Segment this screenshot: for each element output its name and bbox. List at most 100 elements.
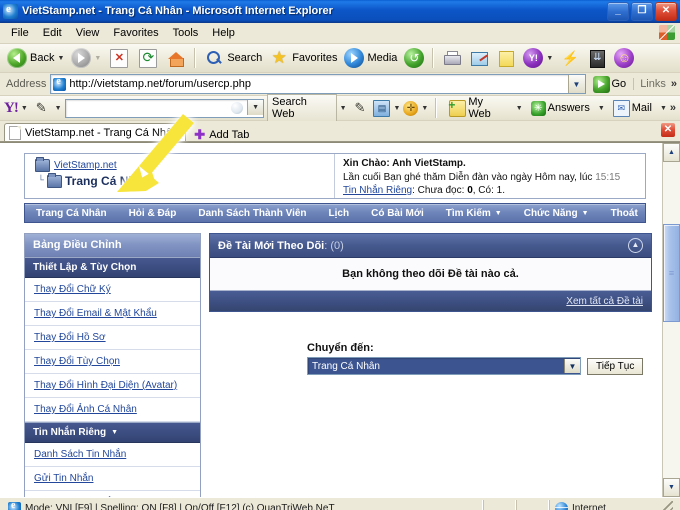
yahoo-answers-button[interactable]: Answers [526,99,595,118]
nav-item-chuc-nang[interactable]: Chức Năng ▼ [513,208,600,219]
yahoo-stack-dropdown-icon[interactable]: ▼ [393,105,400,112]
stop-button[interactable] [105,47,133,70]
tab-close-button[interactable]: ✕ [661,123,675,137]
restore-button[interactable]: ❐ [631,1,653,21]
collapse-icon[interactable]: ▲ [628,238,643,253]
refresh-button[interactable] [134,47,162,70]
history-button[interactable] [401,47,427,69]
scrollbar-thumb[interactable] [663,224,680,322]
favorites-button[interactable]: Favorites [266,47,340,69]
print-button[interactable] [439,47,465,69]
sidebar-item-danh-sach-tin-nhan[interactable]: Danh Sách Tin Nhắn [25,443,200,467]
jump-select-dropdown-button[interactable]: ▼ [564,359,580,373]
browser-tab[interactable]: VietStamp.net - Trang Cá Nhân [4,123,187,141]
panel-title: Đề Tài Mới Theo Dõi [218,239,325,252]
sidebar-section-settings[interactable]: Thiết Lập & Tùy Chọn [25,257,200,278]
nav-item-tim-kiem[interactable]: Tìm Kiếm ▼ [435,208,513,219]
menu-item-favorites[interactable]: Favorites [106,25,165,41]
sidebar-item-avatar[interactable]: Thay Đổi Hình Đại Diện (Avatar) [25,374,200,398]
media-button[interactable]: Media [341,47,400,69]
back-button[interactable]: Back ▼ [4,47,67,69]
yahoo-highlight-button[interactable] [350,98,371,118]
tab-label: VietStamp.net - Trang Cá Nhân [25,126,179,139]
yahoo-mail-button[interactable]: Mail [608,98,657,119]
sidebar-item-chu-ky[interactable]: Thay Đổi Chữ Ký [25,278,200,302]
view-all-threads-link[interactable]: Xem tất cả Đề tài [566,296,643,307]
scrollbar-track[interactable] [663,162,680,478]
window-resize-grip[interactable] [659,501,673,510]
yahoo-search-web-button[interactable]: Search Web [267,94,337,122]
search-button[interactable]: Search [201,47,265,69]
jump-select[interactable]: Trang Cá Nhân ▼ [307,357,581,375]
private-message-link[interactable]: Tin Nhắn Riêng [343,185,412,196]
mail-dropdown-icon[interactable]: ▼ [660,105,667,112]
home-button[interactable] [163,47,189,69]
pm-end: . [502,185,505,196]
edit-button[interactable] [466,47,492,69]
forward-dropdown-icon[interactable]: ▼ [94,55,101,62]
scroll-up-button[interactable]: ▲ [663,143,680,162]
address-dropdown-button[interactable]: ▼ [567,75,585,93]
chevron-right-icon[interactable]: » [671,78,677,90]
answers-dropdown-icon[interactable]: ▼ [598,105,605,112]
search-web-dropdown-icon[interactable]: ▼ [340,105,347,112]
nav-item-hoi-dap[interactable]: Hỏi & Đáp [118,208,188,219]
nav-item-trang-ca-nhan[interactable]: Trang Cá Nhân [25,208,118,219]
close-icon: ✕ [661,5,671,16]
menu-item-view[interactable]: View [69,25,107,41]
forward-button[interactable]: ▼ [68,47,104,69]
yahoo-logo-dropdown-icon[interactable]: ▼ [21,105,28,112]
panel-header: Đề Tài Mới Theo Dõi: (0) ▲ [210,234,651,258]
menu-item-tools[interactable]: Tools [166,25,206,41]
sidebar-section-private-messages[interactable]: Tin Nhắn Riêng ▼ [25,422,200,443]
sidebar-item-anh-ca-nhan[interactable]: Thay Đổi Ảnh Cá Nhân [25,398,200,422]
add-tab-button[interactable]: ✚ Add Tab [186,128,257,141]
yahoo-overflow-icon[interactable]: » [670,102,676,114]
yahoo-search-input[interactable]: ▼ [64,98,265,118]
yahoo-antispy-dropdown-icon[interactable]: ▼ [421,105,428,112]
address-input[interactable]: http://vietstamp.net/forum/usercp.php ▼ [50,74,586,94]
yahoo-search-dropdown-button[interactable]: ▼ [247,99,264,115]
menu-item-help[interactable]: Help [205,25,242,41]
messenger-button[interactable] [557,47,583,69]
back-dropdown-icon[interactable]: ▼ [57,55,64,62]
messenger-icon [560,48,580,68]
yahoo-myweb-button[interactable]: My Web [444,94,512,122]
yahoo-stack-icon[interactable] [373,99,391,117]
minimize-button[interactable]: _ [607,1,629,21]
ie-browser-window: VietStamp.net - Trang Cá Nhân - Microsof… [0,0,680,510]
window-title: VietStamp.net - Trang Cá Nhân - Microsof… [22,5,333,17]
security-zone-cell[interactable]: Internet [550,500,680,510]
sidebar-item-tuy-chon[interactable]: Thay Đổi Tùy Chọn [25,350,200,374]
sidebar-item-theo-doi-tin-nhan[interactable]: Theo Dõi Tin Nhắn [25,491,200,497]
jump-submit-button[interactable]: Tiếp Tục [587,357,644,375]
yahoo-dropdown-icon[interactable]: ▼ [546,55,553,62]
my-web-dropdown-icon[interactable]: ▼ [516,105,523,112]
page-scrollbar[interactable]: ▲ ▼ [662,143,680,497]
menu-item-file[interactable]: File [4,25,36,41]
yahoo-pencil-dropdown-icon[interactable]: ▼ [55,105,62,112]
note-button[interactable] [493,47,519,69]
yahoo-button[interactable]: ▼ [520,47,556,69]
nav-item-danh-sach-thanh-vien[interactable]: Danh Sách Thành Viên [187,208,317,219]
yahoo-antispy-icon[interactable] [403,100,419,116]
download-button[interactable] [584,47,610,69]
greeting-text: Xin Chào: Anh VietStamp. [343,158,466,169]
links-bar[interactable]: Links » [633,78,677,90]
menu-bar: File Edit View Favorites Tools Help [0,23,680,44]
breadcrumb-root-link[interactable]: VietStamp.net [54,160,117,171]
yahoo-logo[interactable]: Y! [4,100,19,117]
sidebar-item-gui-tin-nhan[interactable]: Gửi Tin Nhắn [25,467,200,491]
close-button[interactable]: ✕ [655,1,677,21]
nav-item-thoat[interactable]: Thoát [600,208,649,219]
address-label: Address [6,78,47,90]
menu-item-edit[interactable]: Edit [36,25,69,41]
yahoo-pencil-button[interactable] [31,98,52,118]
go-button[interactable]: Go [590,75,630,93]
sidebar-item-email-mat-khau[interactable]: Thay Đổi Email & Mật Khẩu [25,302,200,326]
nav-item-lich[interactable]: Lịch [318,208,361,219]
smiley-button[interactable] [611,47,637,69]
nav-item-co-bai-moi[interactable]: Có Bài Mới [360,208,435,219]
sidebar-item-ho-so[interactable]: Thay Đổi Hồ Sơ [25,326,200,350]
scroll-down-button[interactable]: ▼ [663,478,680,497]
